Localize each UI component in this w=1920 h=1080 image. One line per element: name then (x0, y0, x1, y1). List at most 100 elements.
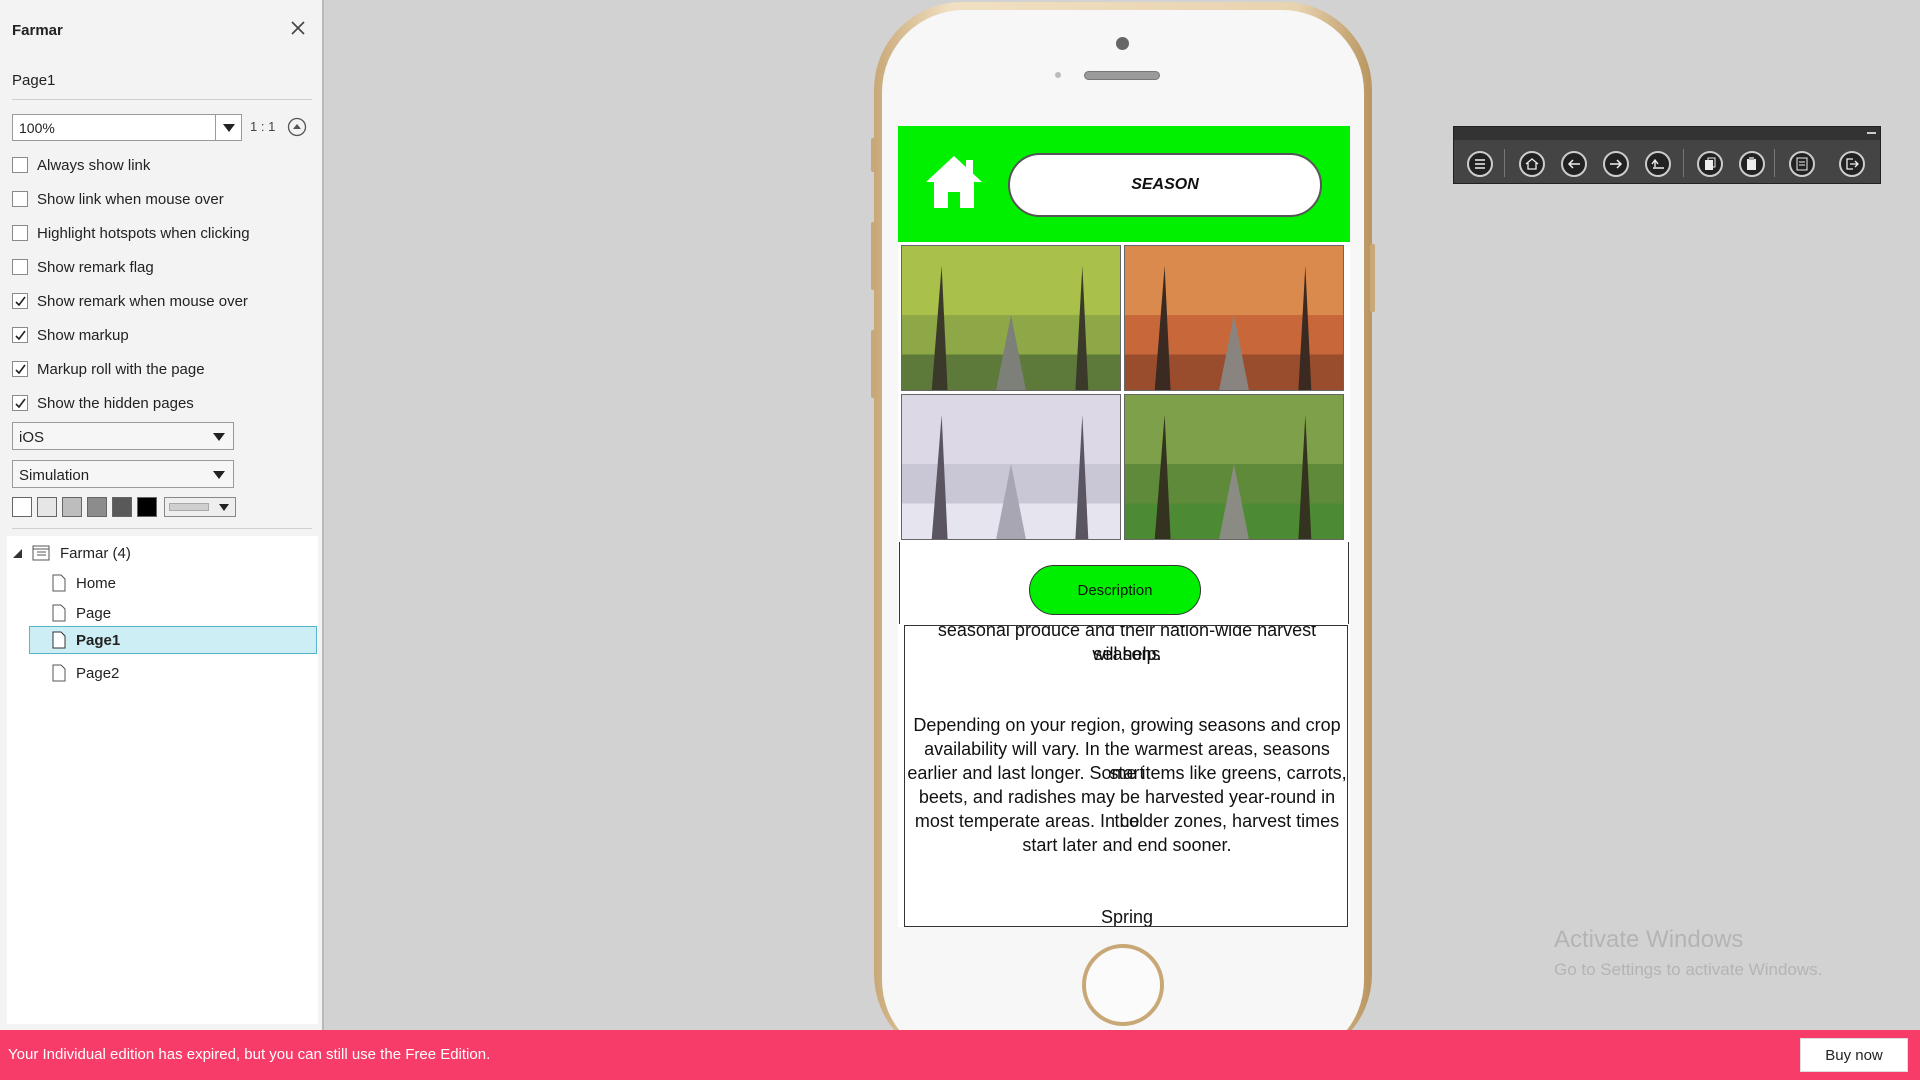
spring-trees-image (1124, 394, 1344, 540)
swatch-mid-gray[interactable] (87, 497, 107, 517)
option-show-markup[interactable]: Show markup (12, 325, 129, 345)
chevron-down-icon (219, 504, 229, 511)
option-markup-roll[interactable]: Markup roll with the page (12, 359, 205, 379)
text-line: will help. (1092, 644, 1162, 664)
option-highlight-hotspots[interactable]: Highlight hotspots when clicking (12, 223, 250, 243)
tree-root[interactable]: Farmar (4) (12, 539, 131, 567)
divider (1774, 149, 1775, 177)
option-label: Show the hidden pages (37, 394, 194, 412)
platform-select[interactable]: iOS (12, 422, 234, 450)
background-swatches (12, 497, 236, 517)
checkbox[interactable] (12, 191, 28, 207)
divider (1683, 149, 1684, 177)
option-label: Show remark when mouse over (37, 292, 248, 310)
preview-toolbar[interactable] (1453, 126, 1881, 184)
option-show-hidden-pages[interactable]: Show the hidden pages (12, 393, 194, 413)
license-banner: Your Individual edition has expired, but… (0, 1030, 1920, 1080)
app-header: SEASON (898, 126, 1350, 242)
description-button[interactable]: Description (1029, 565, 1201, 615)
option-show-remark-flag[interactable]: Show remark flag (12, 257, 154, 277)
tree-item-page[interactable]: Page (52, 599, 111, 627)
swatch-black[interactable] (137, 497, 157, 517)
checkbox-checked[interactable] (12, 395, 28, 411)
mode-select-value: Simulation (19, 467, 90, 484)
option-label: Markup roll with the page (37, 360, 205, 378)
notes-icon[interactable] (1789, 151, 1815, 177)
actual-size-button[interactable]: 1 : 1 (250, 119, 275, 134)
tree-root-label: Farmar (4) (60, 544, 131, 562)
option-label: Show link when mouse over (37, 190, 224, 208)
phone-screen: SEASON Description seasonal produce and … (898, 126, 1350, 927)
option-label: Always show link (37, 156, 151, 174)
checkbox-checked[interactable] (12, 361, 28, 377)
option-label: Show markup (37, 326, 129, 344)
paragraph-line: earlier and last longer. Some items like… (907, 763, 1347, 783)
tree-item-label: Page (76, 604, 112, 622)
close-icon[interactable] (288, 18, 308, 38)
zoom-select[interactable]: 100% (12, 114, 242, 141)
tree-item-home[interactable]: Home (52, 569, 116, 597)
description-text-scroll[interactable]: seasonal produce and their nation-wide h… (904, 625, 1348, 927)
checkbox[interactable] (12, 157, 28, 173)
divider (12, 99, 312, 100)
current-page-name: Page1 (12, 72, 56, 89)
home-icon[interactable] (1519, 151, 1545, 177)
checkbox[interactable] (12, 225, 28, 241)
paragraph-line: start later and end sooner. (1022, 835, 1232, 855)
tree-item-page1[interactable]: Page1 (29, 626, 317, 654)
page-icon (52, 631, 66, 649)
swatch-gray[interactable] (62, 497, 82, 517)
chevron-down-icon (213, 471, 225, 479)
mute-switch (871, 138, 876, 172)
power-button (1370, 244, 1375, 312)
volume-up-button (871, 222, 876, 290)
minimize-icon[interactable] (1867, 132, 1876, 134)
buy-now-button[interactable]: Buy now (1800, 1038, 1908, 1072)
option-show-link-mouse-over[interactable]: Show link when mouse over (12, 189, 224, 209)
activation-watermark-title: Activate Windows (1554, 926, 1744, 953)
option-show-remark-mouse-over[interactable]: Show remark when mouse over (12, 291, 248, 311)
earpiece-speaker (1084, 71, 1160, 80)
return-icon[interactable] (1645, 151, 1671, 177)
paragraph-line: most temperate areas. In colder zones, h… (914, 811, 1340, 831)
swatch-white[interactable] (12, 497, 32, 517)
divider (1504, 149, 1505, 177)
menu-icon[interactable] (1467, 151, 1493, 177)
page-tree: Farmar (4) Home Page Page1 Page2 (7, 536, 318, 1024)
forward-arrow-icon[interactable] (1603, 151, 1629, 177)
winter-trees-image (901, 394, 1121, 540)
season-button[interactable]: SEASON (1008, 153, 1322, 217)
option-label: Show remark flag (37, 258, 154, 276)
copy-page-icon[interactable] (1697, 151, 1723, 177)
volume-down-button (871, 330, 876, 398)
collapse-up-icon[interactable] (287, 117, 307, 137)
tree-item-label: Home (76, 574, 117, 592)
back-arrow-icon[interactable] (1561, 151, 1587, 177)
project-title: Farmar (12, 22, 63, 39)
tree-item-page2[interactable]: Page2 (52, 659, 119, 687)
front-camera (1116, 37, 1129, 50)
mode-select[interactable]: Simulation (12, 460, 234, 488)
swatch-light-gray[interactable] (37, 497, 57, 517)
checkbox[interactable] (12, 259, 28, 275)
checkbox-checked[interactable] (12, 327, 28, 343)
checkbox-checked[interactable] (12, 293, 28, 309)
activation-watermark-subtitle: Go to Settings to activate Windows. (1554, 960, 1823, 979)
tree-item-label: Page2 (76, 664, 120, 682)
expand-triangle-icon[interactable] (12, 547, 24, 559)
option-always-show-link[interactable]: Always show link (12, 155, 150, 175)
autumn-trees-image (1124, 245, 1344, 391)
exit-icon[interactable] (1839, 151, 1865, 177)
chevron-down-icon[interactable] (215, 115, 241, 140)
home-icon[interactable] (924, 154, 984, 210)
swatch-dark-gray[interactable] (112, 497, 132, 517)
page-icon (52, 664, 66, 682)
platform-select-value: iOS (19, 429, 45, 446)
paste-page-icon[interactable] (1739, 151, 1765, 177)
tree-item-label: Page1 (76, 631, 121, 649)
toolbar-titlebar[interactable] (1454, 127, 1880, 140)
paragraph-line: Depending on your region, growing season… (913, 715, 1341, 735)
page-icon (52, 574, 66, 592)
phone-home-button[interactable] (1082, 944, 1164, 1026)
custom-color-dropdown[interactable] (164, 497, 236, 517)
